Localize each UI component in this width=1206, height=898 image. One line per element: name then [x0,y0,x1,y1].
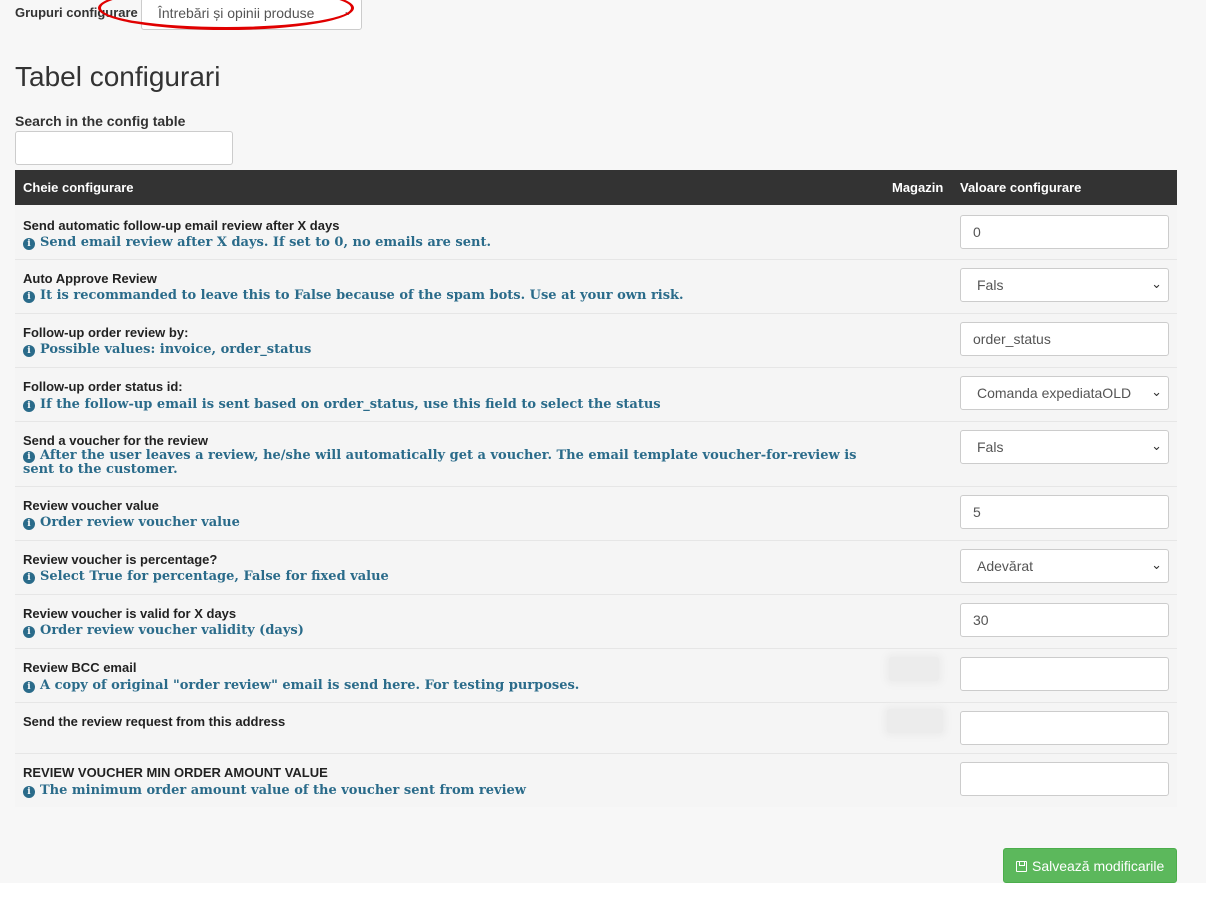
config-value-select[interactable]: Adevărat ⌄ [960,549,1169,583]
config-value: 0 [973,224,981,240]
save-button[interactable]: Salvează modificarile [1003,848,1177,883]
chevron-down-icon: ⌄ [1151,276,1162,291]
table-row: Follow-up order status id: i If the follo… [15,368,1177,422]
config-help-text: Select True for percentage, False for fi… [40,569,389,584]
config-help: i A copy of original "order review" email… [23,679,873,693]
table-row: Send the review request from this addres… [15,703,1177,754]
config-key: Review BCC email [23,660,137,675]
config-value-input[interactable]: 5 [960,495,1169,529]
config-key: Send the review request from this addres… [23,714,286,729]
config-key: Review voucher is valid for X days [23,606,237,621]
config-help: i Select True for percentage, False for f… [23,570,873,584]
config-value: Fals [977,439,1004,455]
store-value-redacted [887,709,943,733]
config-value-input[interactable] [960,711,1169,745]
config-key: REVIEW VOUCHER MIN ORDER AMOUNT VALUE [23,765,328,780]
config-help: i Send email review after X days. If set … [23,236,873,250]
config-help: i The minimum order amount value of the v… [23,784,873,798]
config-value: 30 [973,612,989,628]
table-row: Review voucher is percentage? i Select Tr… [15,541,1177,595]
chevron-down-icon: ⌄ [1151,438,1162,453]
config-help-text: If the follow-up email is sent based on … [40,397,661,412]
column-header-value: Valoare configurare [960,180,1082,195]
config-value-input[interactable] [960,657,1169,691]
table-row: REVIEW VOUCHER MIN ORDER AMOUNT VALUE iT… [15,754,1177,807]
save-button-label: Salvează modificarile [1032,858,1165,874]
config-value: Fals [977,277,1004,293]
chevron-down-icon: ⌄ [1151,557,1162,572]
config-value-input[interactable]: order_status [960,322,1169,356]
table-row: Review voucher value i Order review vouch… [15,487,1177,541]
column-header-store: Magazin [892,180,944,195]
config-table: Cheie configurare Magazin Valoare config… [15,170,1177,807]
chevron-down-icon: ⌄ [1151,384,1162,399]
config-value-input[interactable]: 0 [960,215,1169,249]
search-label: Search in the config table [15,113,186,129]
config-help: i Possible values: invoice, order_status [23,343,873,357]
config-value: Comanda expediataOLD [977,385,1132,401]
info-circle-icon: i [23,626,35,638]
table-header: Cheie configurare Magazin Valoare config… [15,170,1177,205]
config-value-input[interactable] [960,762,1169,796]
config-help-text: Possible values: invoice, order_status [40,342,312,357]
table-row: Send a voucher for the review i After the… [15,422,1177,487]
config-help-text: Send email review after X days. If set t… [40,235,491,250]
info-circle-icon: i [23,400,35,412]
page-title: Tabel configurari [15,61,221,92]
floppy-disk-icon [1016,861,1027,872]
info-circle-icon: i [23,681,35,693]
info-circle-icon: i [23,238,35,250]
info-circle-icon: i [23,786,35,798]
config-value-select[interactable]: Fals ⌄ [960,268,1169,302]
info-circle-icon: i [23,345,35,357]
config-help-text: The minimum order amount value of the vo… [40,783,526,798]
config-help: i Order review voucher validity (days) [23,624,873,638]
config-group-select[interactable]: Întrebări și opinii produse ⌄ [141,0,362,30]
search-input[interactable] [15,131,233,165]
config-help: i It is recommanded to leave this to Fals… [23,289,873,303]
config-value: 5 [973,504,981,520]
table-row: Send automatic follow-up email review af… [15,205,1177,260]
config-key: Send a voucher for the review [23,433,208,448]
config-help: i Order review voucher value [23,516,873,530]
table-row: Auto Approve Review i It is recommanded t… [15,260,1177,314]
config-help-text: It is recommanded to leave this to False… [40,288,684,303]
info-circle-icon: i [23,291,35,303]
config-value-select[interactable]: Fals ⌄ [960,430,1169,464]
info-circle-icon: i [23,518,35,530]
config-key: Auto Approve Review [23,271,157,286]
config-key: Review voucher value [23,498,159,513]
config-group-value: Întrebări și opinii produse [158,5,315,21]
config-value: order_status [973,331,1051,347]
config-help-text: A copy of original "order review" email … [40,678,580,693]
config-help-text: After the user leaves a review, he/she w… [23,448,857,477]
column-header-key: Cheie configurare [23,180,134,195]
config-help: i If the follow-up email is sent based on… [23,398,873,412]
config-value-input[interactable]: 30 [960,603,1169,637]
config-key: Follow-up order review by: [23,325,189,340]
config-key: Follow-up order status id: [23,379,183,394]
config-help-text: Order review voucher value [40,515,240,530]
config-help: i After the user leaves a review, he/she … [23,449,873,476]
table-row: Review voucher is valid for X days i Orde… [15,595,1177,649]
chevron-down-icon: ⌄ [342,4,353,18]
config-value: Adevărat [977,558,1034,574]
config-group-label: Grupuri configurare [15,5,138,20]
config-page: Grupuri configurare Întrebări și opinii … [0,0,1206,883]
info-circle-icon: i [23,572,35,584]
config-value-select[interactable]: Comanda expediataOLD ⌄ [960,376,1169,410]
config-key: Send automatic follow-up email review af… [23,218,340,233]
config-key: Review voucher is percentage? [23,552,218,567]
config-help-text: Order review voucher validity (days) [40,623,304,638]
table-row: Follow-up order review by: i Possible val… [15,314,1177,368]
store-value-redacted [889,657,939,681]
table-row: Review BCC email i A copy of original "or… [15,649,1177,703]
